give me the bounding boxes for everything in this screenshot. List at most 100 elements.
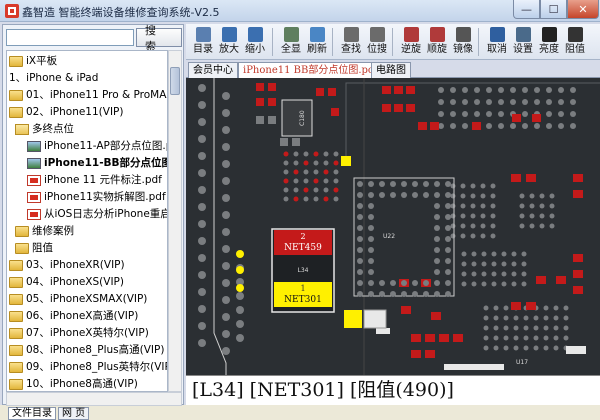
toolbar-button[interactable]: 取消 (484, 26, 510, 58)
tree-vertical-scrollbar[interactable] (168, 50, 182, 392)
toolbar-button[interactable]: 顺旋 (424, 26, 450, 58)
tree-item[interactable]: 03、iPhoneXR(VIP) (9, 257, 125, 273)
tab-web-page[interactable]: 网 页 (58, 407, 90, 420)
tab-file-directory[interactable]: 文件目录 (8, 407, 56, 420)
via-pad (539, 193, 545, 199)
bga-ball (434, 280, 440, 286)
tree-item[interactable]: 阻值 (15, 240, 53, 256)
tree-item[interactable]: 维修案例 (15, 223, 74, 239)
bga-ball (390, 192, 396, 198)
smd-pad (425, 350, 435, 358)
net459-pin-label: 2 (300, 232, 305, 241)
via-pad (483, 345, 489, 351)
tree-item[interactable]: iX平板 (9, 53, 57, 69)
tree-item-label: iPhone11-BB部分点位图 (44, 157, 168, 169)
pcb-canvas[interactable]: U22 C180 2 NET459 L34 1 NET301 U17 (186, 78, 600, 375)
toolbar-button[interactable]: 阻值 (562, 26, 588, 58)
via-pad (323, 178, 329, 184)
tree-item[interactable]: 08、iPhone8_Plus高通(VIP) (9, 342, 164, 358)
tree-horizontal-scrollbar[interactable] (6, 392, 182, 406)
toolbar-button[interactable]: 设置 (510, 26, 536, 58)
via-pad (490, 193, 496, 199)
toolbar-button-label: 顺旋 (427, 44, 447, 55)
tree-item[interactable]: iPhone11实物拆解图.pdf (27, 189, 166, 205)
status-resistance: [阻值(490)] (349, 379, 454, 401)
via-pad (510, 123, 516, 129)
via-pad (222, 347, 230, 355)
net459-label: NET459 (284, 243, 322, 253)
file-tree: iX平板 1、iPhone & iPad 01、iPhone11 Pro & Pro… (6, 50, 168, 392)
tree-item[interactable]: 1、iPhone & iPad (9, 70, 98, 86)
tree-item-label: 04、iPhoneXS(VIP) (26, 276, 124, 288)
toolbar-button-label: 刷新 (307, 44, 327, 55)
tree-item[interactable]: 10、iPhone8高通(VIP) (9, 376, 138, 391)
tree-item[interactable]: 02、iPhone11(VIP) (9, 104, 123, 120)
tree-item[interactable]: 07、iPhoneX英特尔(VIP) (9, 325, 149, 341)
bga-ball (434, 269, 440, 275)
passive-component (376, 328, 390, 334)
pcb-board-view[interactable]: U22 C180 2 NET459 L34 1 NET301 U17 (186, 78, 600, 375)
l34-label: L34 (298, 267, 309, 274)
u17-label: U17 (516, 359, 528, 366)
toolbar-button[interactable]: 缩小 (242, 26, 268, 58)
folder-icon (9, 361, 23, 373)
passive-component (444, 364, 504, 370)
bga-ball (445, 181, 451, 187)
via-pad (462, 99, 468, 105)
tree-item[interactable]: iPhone 11 元件标注.pdf (27, 172, 162, 188)
smd-pad (573, 190, 583, 198)
minimize-button[interactable]: — (513, 0, 540, 19)
via-pad (198, 152, 206, 160)
maximize-button[interactable]: ☐ (540, 0, 567, 19)
tree-item[interactable]: 从iOS日志分析iPhone重启 (27, 206, 167, 222)
via-pad (570, 99, 576, 105)
search-input[interactable] (6, 29, 134, 46)
via-pad (198, 101, 206, 109)
via-pad (462, 87, 468, 93)
via-pad (471, 281, 477, 287)
via-pad (198, 237, 206, 245)
bga-ball (390, 280, 396, 286)
toolbar-button[interactable]: 目录 (190, 26, 216, 58)
tree-item[interactable]: 09、iPhone8_Plus英特尔(VIP) (9, 359, 167, 375)
via-pad (470, 193, 476, 199)
bga-ball (445, 280, 451, 286)
toolbar-button[interactable]: 刷新 (304, 26, 330, 58)
via-pad (511, 271, 517, 277)
smd-pad (536, 276, 546, 284)
tab-member-center[interactable]: 会员中心 (188, 62, 238, 78)
search-button[interactable]: 搜索 (136, 24, 182, 53)
tree-item[interactable]: 多终点位 (15, 121, 74, 137)
via-pad (333, 187, 339, 193)
via-pad (549, 223, 555, 229)
via-pad (521, 281, 527, 287)
via-pad (570, 111, 576, 117)
toolbar-button[interactable]: 全显 (278, 26, 304, 58)
via-pad (570, 123, 576, 129)
close-button[interactable]: ✕ (567, 0, 599, 19)
bga-ball (445, 247, 451, 253)
toolbar-button[interactable]: 亮度 (536, 26, 562, 58)
toolbar-button-label: 镜像 (453, 44, 473, 55)
via-pad (513, 325, 519, 331)
smd-pad (411, 334, 421, 342)
tree-item[interactable]: 06、iPhoneX高通(VIP) (9, 308, 138, 324)
tab-schematic[interactable]: 电路图 (371, 62, 411, 78)
tree-item[interactable]: iPhone11-AP部分点位图.p (27, 138, 167, 154)
toolbar-button[interactable]: 查找 (338, 26, 364, 58)
smd-pad (512, 114, 521, 122)
toolbar-button[interactable]: 位搜 (364, 26, 390, 58)
toolbar-button[interactable]: 逆旋 (398, 26, 424, 58)
toolbar-button[interactable]: 镜像 (450, 26, 476, 58)
tree-item[interactable]: 04、iPhoneXS(VIP) (9, 274, 124, 290)
bga-ball (434, 258, 440, 264)
via-pad (486, 111, 492, 117)
tree-item[interactable]: 05、iPhoneXSMAX(VIP) (9, 291, 147, 307)
toolbar-button[interactable]: 放大 (216, 26, 242, 58)
tree-item[interactable]: 01、iPhone11 Pro & ProMAX(VI (9, 87, 167, 103)
pdf-icon (27, 174, 41, 186)
tree-item[interactable]: iPhone11-BB部分点位图 (27, 155, 168, 171)
via-pad (481, 251, 487, 257)
via-pad (470, 223, 476, 229)
scrollbar-thumb[interactable] (170, 67, 180, 95)
